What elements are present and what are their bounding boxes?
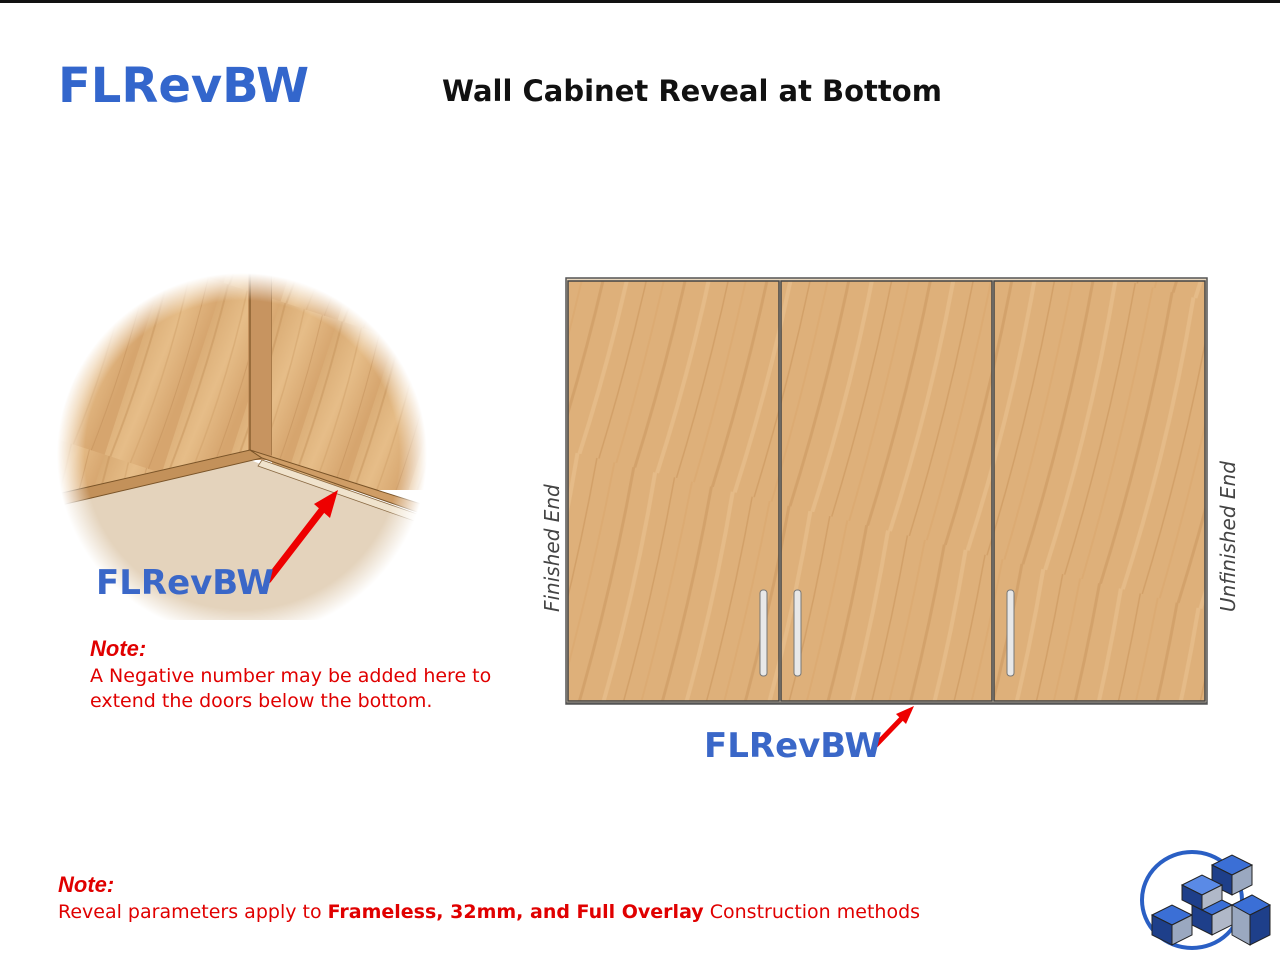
footer-note-prefix: Reveal parameters apply to [58,901,322,923]
footer-note-text: Reveal parameters apply to Frameless, 32… [58,900,920,925]
footer-note-suffix: Construction methods [709,901,921,923]
footer-note-heading: Note: [58,872,115,897]
footer-note-bold: Frameless, 32mm, and Full Overlay [327,901,704,923]
cabinet-red-arrow-icon [873,706,914,748]
cabinet-reveal-label: FLRevBW [704,726,882,766]
logo-cubes-icon [1140,850,1272,950]
